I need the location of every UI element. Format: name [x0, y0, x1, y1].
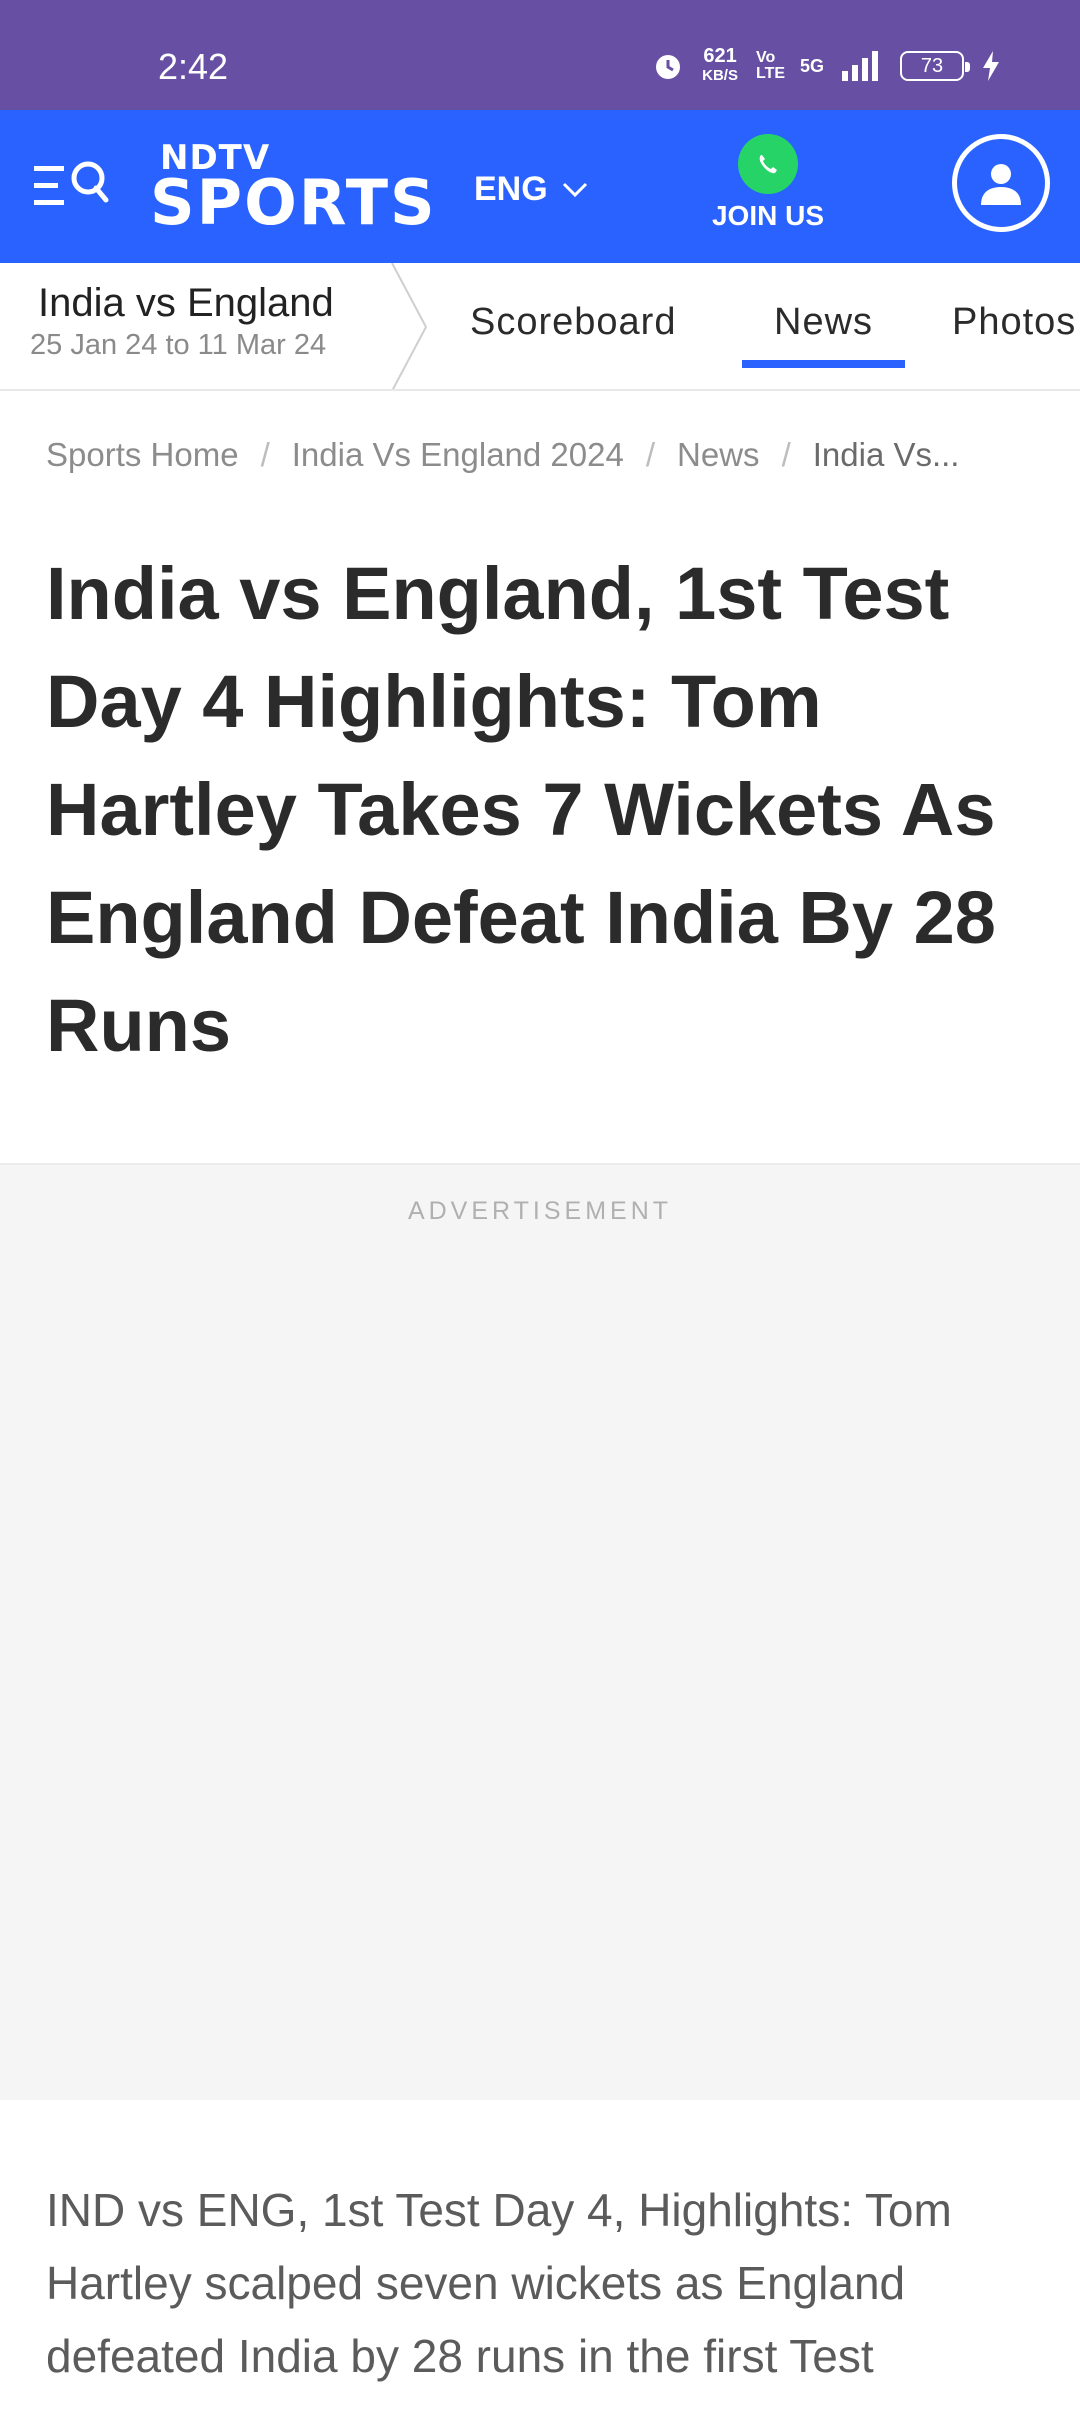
breadcrumb: Sports Home / India Vs England 2024 / Ne…	[46, 436, 1046, 474]
logo-sports-text: SPORTS	[150, 166, 437, 239]
network-type: 5G	[799, 55, 824, 76]
chevron-down-icon	[562, 182, 587, 197]
charging-icon	[983, 51, 999, 81]
status-icons: 621 KB/S Vo LTE 5G 73	[652, 46, 1000, 86]
series-nav: India vs England 25 Jan 24 to 11 Mar 24 …	[0, 263, 1080, 391]
breadcrumb-sports-home[interactable]: Sports Home	[46, 436, 239, 474]
advertisement-label: ADVERTISEMENT	[407, 1197, 673, 1225]
breadcrumb-separator: /	[781, 436, 791, 473]
breadcrumb-series[interactable]: India Vs England 2024	[292, 436, 624, 474]
breadcrumb-current: India Vs...	[812, 436, 960, 473]
article-summary: IND vs ENG, 1st Test Day 4, Highlights: …	[46, 2184, 952, 2382]
breadcrumb-news[interactable]: News	[677, 436, 760, 474]
status-bar: 2:42 621 KB/S Vo LTE 5G 73	[0, 0, 1080, 110]
battery-icon: 73	[900, 51, 970, 81]
article-headline: India vs England, 1st Test Day 4 Highlig…	[46, 552, 996, 1067]
breadcrumb-separator: /	[645, 436, 656, 473]
ndtv-sports-logo[interactable]: NDTV SPORTS	[150, 138, 460, 239]
user-icon	[981, 164, 1021, 205]
join-us-label: JOIN US	[711, 200, 825, 231]
series-title: India vs England	[38, 281, 334, 325]
tab-photos[interactable]: Photos	[952, 301, 1076, 344]
whatsapp-icon	[738, 134, 798, 194]
advertisement-block[interactable]: ADVERTISEMENT	[0, 1163, 1080, 2100]
status-time: 2:42	[158, 46, 229, 87]
app-header: NDTV SPORTS ENG JOIN US	[0, 110, 1080, 263]
signal-icon	[842, 51, 878, 81]
series-dates: 25 Jan 24 to 11 Mar 24	[30, 329, 327, 361]
language-label: ENG	[474, 170, 548, 208]
net-speed: 621 KB/S	[702, 45, 738, 84]
language-selector[interactable]: ENG	[474, 170, 588, 209]
breadcrumb-separator: /	[260, 436, 270, 473]
tab-news[interactable]: News	[741, 301, 906, 368]
menu-search-icon[interactable]	[34, 156, 110, 216]
volte-indicator: Vo LTE	[755, 49, 786, 82]
chevron-right-icon	[391, 263, 428, 389]
alarm-icon	[656, 55, 681, 79]
join-us-button[interactable]: JOIN US	[706, 134, 830, 232]
profile-button[interactable]	[952, 134, 1050, 232]
tab-scoreboard[interactable]: Scoreboard	[470, 301, 676, 344]
